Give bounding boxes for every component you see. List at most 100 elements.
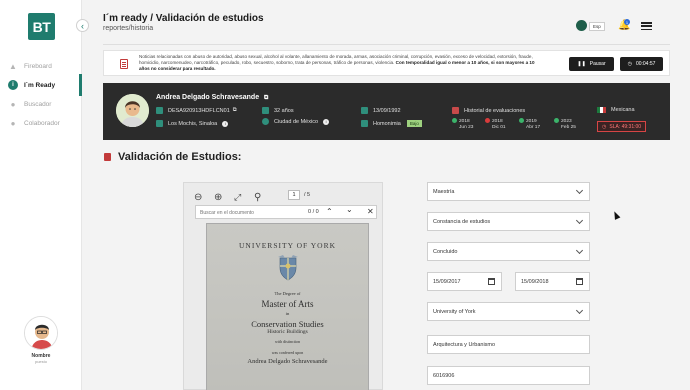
degree-level-select[interactable]: Maestría [427,182,590,201]
evaluation-item[interactable]: 2023 Feb 25 [554,118,576,131]
page-total: / 5 [304,192,311,198]
previous-match-icon[interactable]: ⌃ [326,207,333,216]
evaluation-date: Abr 17 [526,124,541,130]
history-label: Historial de evaluaciones [464,107,526,114]
candidate-name: Andrea Delgado Schravesande ⧉ [156,94,268,102]
document-icon [120,59,128,69]
license-number-input[interactable]: 6016906 [427,366,590,385]
start-date-field[interactable]: 15/09/2017 [427,272,502,291]
institution-value: University of York [433,308,476,315]
sidebar-item-buscador[interactable]: ● Buscador [8,96,82,112]
calendar-icon[interactable] [488,278,495,285]
evaluation-item[interactable]: 2018 Dic 01 [485,118,506,131]
timer-value: 00:04:57 [635,61,656,67]
sidebar-item-fireboard[interactable]: ▲ Fireboard [8,58,82,74]
document-holder: Andrea Delgado Schravesande [247,358,328,365]
building-icon [156,120,163,127]
globe-icon [262,118,269,125]
copy-icon[interactable]: ⧉ [233,107,237,114]
info-icon[interactable]: i [222,120,229,127]
evaluation-date: Jun 23 [459,124,474,130]
evaluation-date: Feb 25 [561,124,576,130]
evaluation-year: 2019 [526,118,537,124]
clock-icon: ◷ [602,123,607,130]
zoom-out-icon[interactable]: ⊖ [194,192,202,203]
timer-display: ◷ 00:04:57 [620,57,663,71]
candidate-banner: Andrea Delgado Schravesande ⧉ DESA920913… [103,83,670,140]
age-value: 32 años [274,107,294,114]
collapse-sidebar-button[interactable]: ‹ [76,19,89,32]
section-title: Validación de Estudios: [118,151,242,163]
chevron-left-icon: ‹ [81,20,84,31]
info-icon[interactable]: i [323,118,330,125]
people-icon [361,120,368,127]
end-date-field[interactable]: 15/09/2018 [515,272,590,291]
evaluation-year: 2018 [492,118,503,124]
chevron-down-icon [575,246,584,255]
document-viewer: ⊖ ⊕ ⤢ ⚲ 1 / 5 0 / 0 ⌃ ⌄ ✕ UNIVERSITY OF … [183,182,383,390]
notice-text: Noticias relacionadas con abuso de autor… [139,54,539,72]
document-field-sub: Historic Buildings [267,329,308,335]
document-degree: Master of Arts [261,299,314,309]
avatar [24,316,58,350]
page-title: I´m ready / Validación de estudios [103,13,264,24]
zoom-in-icon[interactable]: ⊕ [214,192,222,203]
globe-icon[interactable] [576,20,587,31]
person-icon [262,107,269,114]
profile-role: puesto [34,359,47,364]
breadcrumb[interactable]: reportes/historia [103,25,264,32]
document-search-input[interactable] [200,208,290,217]
copy-icon[interactable]: ⧉ [264,95,268,101]
sidebar-item-label: Buscador [24,100,52,108]
sidebar-item-im-ready[interactable]: i I´m Ready [8,74,82,96]
sidebar: BT ▲ Fireboard i I´m Ready ● Buscador ● … [0,0,82,390]
document-conferred: was conferred upon [271,350,304,355]
user-profile[interactable]: Nombre puesto [0,316,82,364]
notification-badge: 1 [624,19,630,25]
page-header: I´m ready / Validación de estudios repor… [103,13,264,32]
evaluation-history-field[interactable]: Historial de evaluaciones [452,107,525,114]
flame-icon: ▲ [9,61,17,71]
candidate-name-text: Andrea Delgado Schravesande [156,94,260,101]
page-number-input[interactable]: 1 [288,190,300,200]
document-honors: with distinction [275,339,300,344]
document-type-select[interactable]: Constancia de estudios [427,212,590,231]
hamburger-menu-icon[interactable] [641,22,652,30]
search-icon[interactable]: ⚲ [254,192,261,203]
curp-field: DESA920913HDFLCN01 ⧉ [156,107,237,114]
check-icon [554,118,559,123]
evaluation-item[interactable]: 2018 Jun 23 [452,118,473,131]
status-value: Concluido [433,248,458,255]
id-card-icon [156,107,163,114]
location-field: Los Mochis, Sinaloa i [156,120,229,127]
fit-page-icon[interactable]: ⤢ [234,192,241,203]
institution-select[interactable]: University of York [427,302,590,321]
check-circle-icon: i [8,80,18,90]
field-of-study-value: Arquitectura y Urbanismo [433,341,496,348]
location-value: Los Mochis, Sinaloa [168,120,218,127]
nationality-field: Mexicana [597,107,635,113]
chevron-down-icon [575,186,584,195]
evaluation-year: 2018 [459,118,470,124]
evaluation-item[interactable]: 2019 Abr 17 [519,118,540,131]
group-icon: ● [10,118,16,128]
pause-button[interactable]: ❚❚ Pausar [569,57,614,71]
curp-value: DESA920913HDFLCN01 [168,107,230,114]
document-university: UNIVERSITY OF YORK [238,241,337,250]
document-search-bar: 0 / 0 ⌃ ⌄ ✕ [195,205,377,219]
status-select[interactable]: Concluido [427,242,590,261]
calendar-icon[interactable] [576,278,583,285]
chevron-down-icon [575,216,584,225]
header-divider [103,44,670,45]
field-of-study-input[interactable]: Arquitectura y Urbanismo [427,335,590,354]
university-crest-icon [278,255,298,281]
language-select[interactable]: Esp [589,22,605,31]
homonimia-field: Homonimia Bajo [361,120,422,127]
close-icon[interactable]: ✕ [367,207,374,216]
candidate-avatar [116,94,149,127]
document-in: in [285,311,290,316]
sidebar-item-colaborador[interactable]: ● Colaborador [8,115,82,131]
next-match-icon[interactable]: ⌄ [346,205,353,214]
birthplace-field: Ciudad de México i [262,118,330,125]
clock-icon: ◷ [627,61,632,67]
